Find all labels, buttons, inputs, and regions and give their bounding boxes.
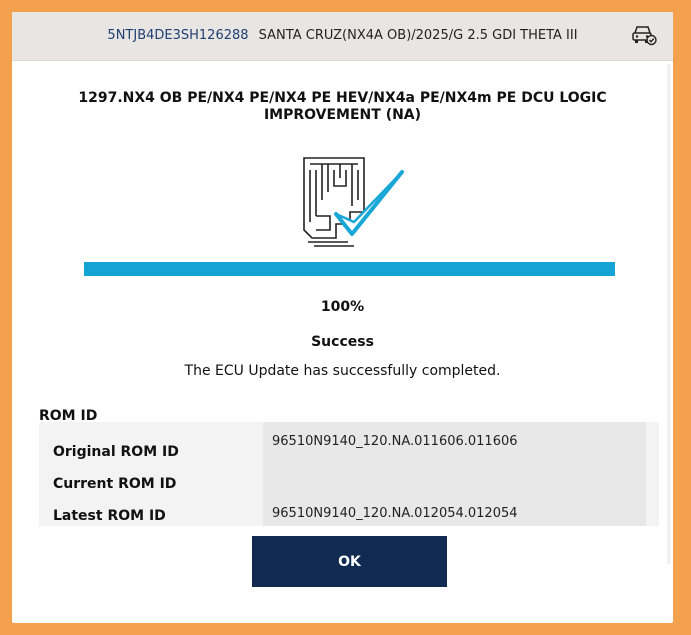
vin-number: 5NTJB4DE3SH126288 [107, 28, 249, 43]
progress-bar [84, 262, 615, 276]
ecu-update-success-icon [303, 157, 404, 247]
status-title: Success [311, 334, 374, 350]
vehicle-header: 5NTJB4DE3SH126288 SANTA CRUZ(NX4A OB)/20… [12, 12, 673, 61]
ecu-update-dialog: 5NTJB4DE3SH126288 SANTA CRUZ(NX4A OB)/20… [12, 12, 673, 623]
current-rom-id-label: Current ROM ID [53, 476, 177, 492]
vehicle-description: SANTA CRUZ(NX4A OB)/2025/G 2.5 GDI THETA… [258, 28, 578, 43]
rom-id-values-column: 96510N9140_120.NA.011606.011606 96510N91… [263, 422, 646, 526]
status-message: The ECU Update has successfully complete… [184, 363, 501, 379]
latest-rom-id-value: 96510N9140_120.NA.012054.012054 [272, 506, 518, 521]
update-title: 1297.NX4 OB PE/NX4 PE/NX4 PE HEV/NX4a PE… [78, 90, 607, 123]
progress-bar-fill [84, 262, 615, 276]
progress-percent: 100% [320, 299, 365, 315]
original-rom-id-value: 96510N9140_120.NA.011606.011606 [272, 434, 518, 449]
original-rom-id-label: Original ROM ID [53, 444, 179, 460]
scrollbar-track[interactable] [667, 64, 671, 564]
car-connected-icon[interactable] [631, 24, 657, 46]
rom-id-table: 96510N9140_120.NA.011606.011606 96510N91… [39, 422, 659, 526]
ok-button[interactable]: OK [252, 536, 447, 587]
vehicle-info: 5NTJB4DE3SH126288 SANTA CRUZ(NX4A OB)/20… [12, 28, 673, 43]
latest-rom-id-label: Latest ROM ID [53, 508, 166, 524]
